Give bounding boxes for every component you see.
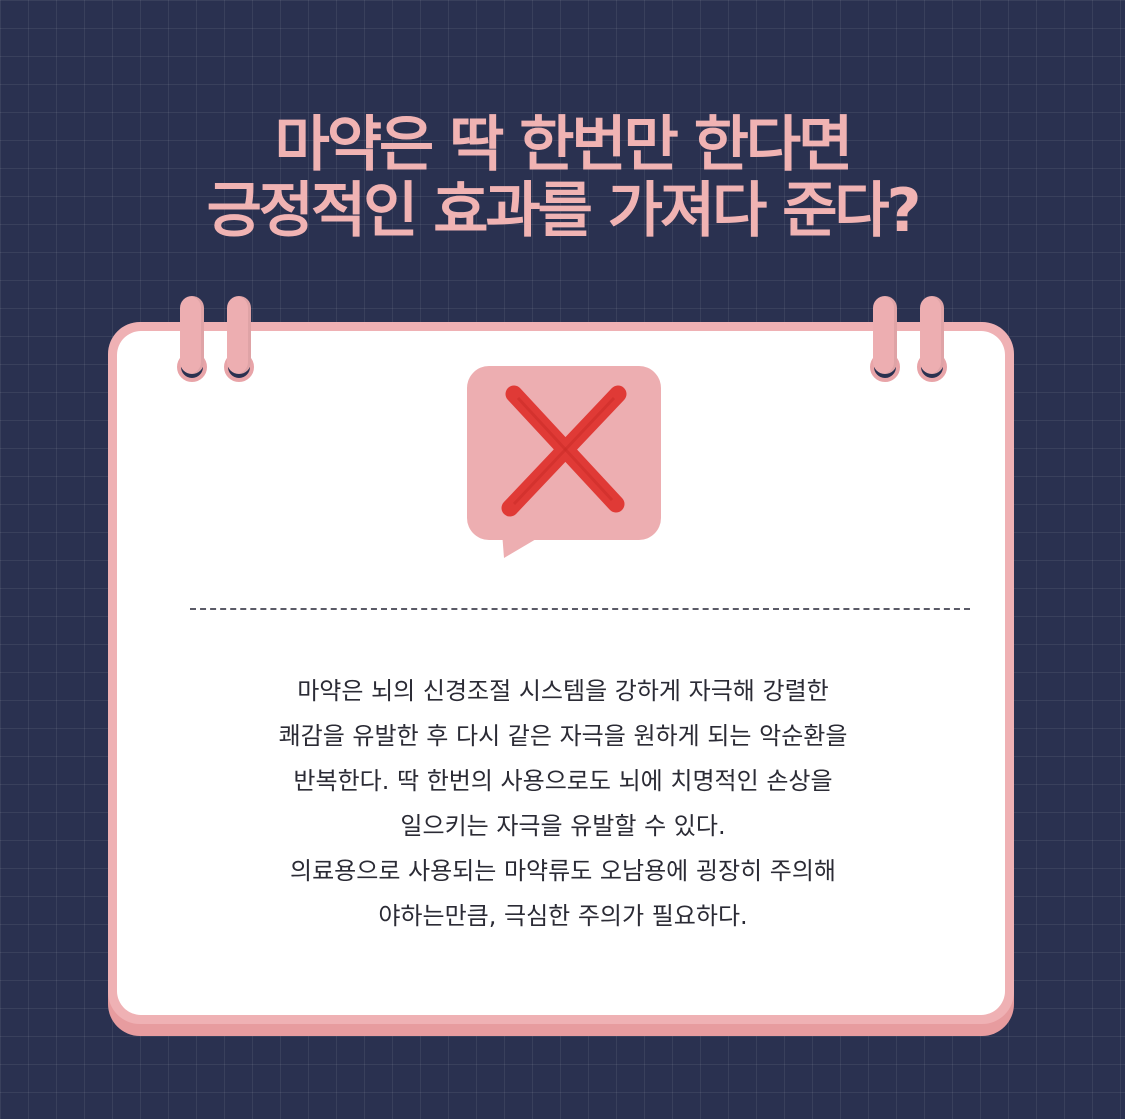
body-line-1: 마약은 뇌의 신경조절 시스템을 강하게 자극해 강렬한 bbox=[297, 677, 829, 705]
headline-line-1: 마약은 딱 한번만 한다면 bbox=[274, 110, 854, 180]
dashed-divider bbox=[190, 608, 970, 610]
body-line-2: 쾌감을 유발한 후 다시 같은 자극을 원하게 되는 악순환을 bbox=[278, 722, 848, 750]
red-x-icon bbox=[501, 385, 627, 517]
binder-ring-1 bbox=[180, 296, 204, 374]
binder-ring-3 bbox=[873, 296, 897, 374]
body-line-4: 일으키는 자극을 유발할 수 있다. bbox=[400, 812, 726, 840]
binder-ring-4 bbox=[920, 296, 944, 374]
body-line-5: 의료용으로 사용되는 마약류도 오남용에 굉장히 주의해 bbox=[290, 857, 836, 885]
binder-ring-2 bbox=[227, 296, 251, 374]
body-line-6: 야하는만큼, 극심한 주의가 필요하다. bbox=[378, 902, 748, 930]
headline: 마약은 딱 한번만 한다면 긍정적인 효과를 가져다 준다? bbox=[0, 112, 1125, 244]
body-line-3: 반복한다. 딱 한번의 사용으로도 뇌에 치명적인 손상을 bbox=[293, 767, 833, 795]
speech-bubble-tail bbox=[502, 532, 548, 558]
headline-line-2: 긍정적인 효과를 가져다 준다? bbox=[206, 176, 922, 246]
body-text: 마약은 뇌의 신경조절 시스템을 강하게 자극해 강렬한 쾌감을 유발한 후 다… bbox=[150, 669, 976, 939]
